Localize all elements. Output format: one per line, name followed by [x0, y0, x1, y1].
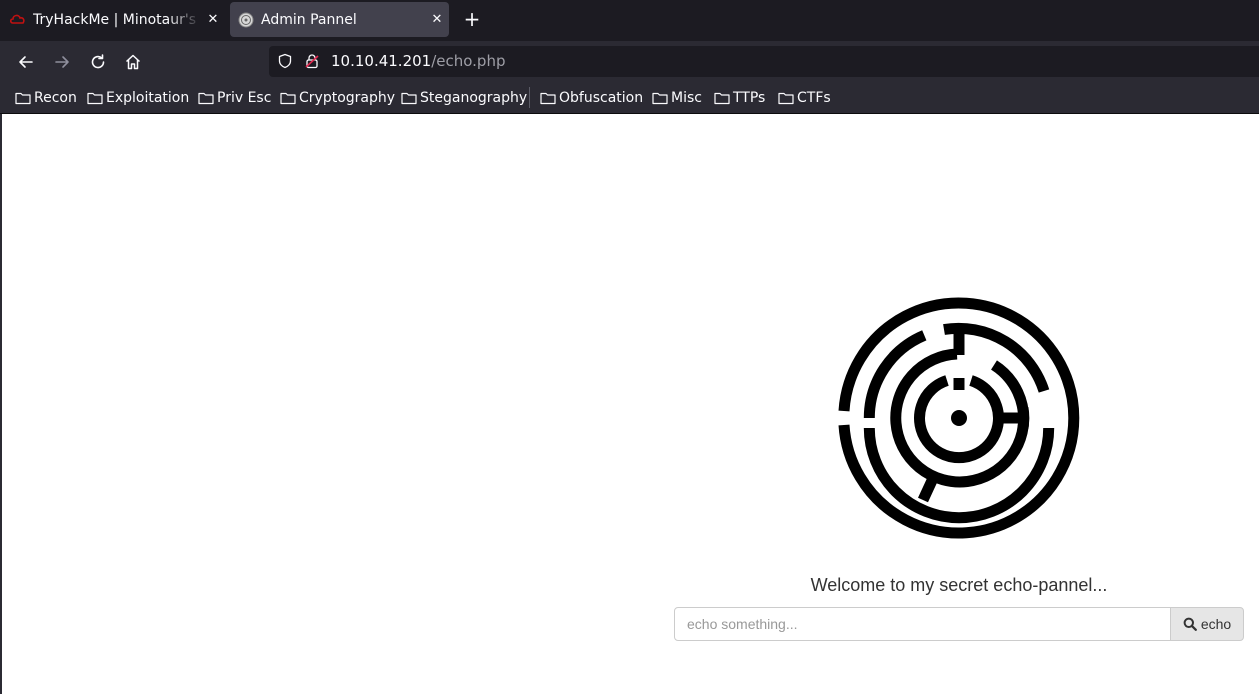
forward-button[interactable] — [51, 51, 73, 73]
folder-icon — [540, 92, 556, 105]
tab-strip: TryHackMe | Minotaur's Labyrinth ✕ Admin… — [0, 0, 1259, 41]
tab-tryhackme[interactable]: TryHackMe | Minotaur's Labyrinth ✕ — [0, 2, 225, 37]
folder-icon — [15, 92, 31, 105]
url-path: /echo.php — [431, 52, 506, 70]
folder-icon — [652, 92, 668, 105]
bookmark-label: Misc — [671, 90, 702, 106]
search-icon — [1183, 617, 1197, 631]
bookmarks-bar: Recon Exploitation Priv Esc Cryptography… — [0, 82, 1259, 114]
welcome-message: Welcome to my secret echo-pannel... — [810, 575, 1108, 595]
bookmark-separator — [529, 87, 530, 108]
folder-icon — [280, 92, 296, 105]
bookmark-label: CTFs — [797, 90, 831, 106]
bookmark-folder-steganography[interactable]: Steganography — [401, 87, 527, 109]
close-icon[interactable]: ✕ — [425, 12, 449, 27]
tab-title: TryHackMe | Minotaur's Labyrinth — [33, 11, 201, 28]
reload-icon — [91, 54, 105, 69]
echo-button[interactable]: echo — [1170, 607, 1244, 641]
bookmark-folder-priv-esc[interactable]: Priv Esc — [198, 87, 271, 109]
page-content: Welcome to my secret echo-pannel... echo — [0, 114, 1259, 694]
url-bar[interactable]: 10.10.41.201/echo.php — [269, 46, 1259, 77]
home-button[interactable] — [122, 51, 144, 73]
folder-icon — [714, 92, 730, 105]
url-host: 10.10.41.201 — [331, 52, 432, 70]
home-icon — [125, 54, 141, 70]
bookmark-folder-exploitation[interactable]: Exploitation — [87, 87, 189, 109]
bookmark-folder-ctfs[interactable]: CTFs — [778, 87, 831, 109]
bookmark-folder-cryptography[interactable]: Cryptography — [280, 87, 395, 109]
bookmark-label: Steganography — [420, 90, 528, 106]
folder-icon — [198, 92, 214, 105]
folder-icon — [401, 92, 417, 105]
bookmark-folder-ttps[interactable]: TTPs — [714, 87, 765, 109]
bookmark-label: Obfuscation — [559, 90, 644, 106]
back-button[interactable] — [15, 51, 37, 73]
shield-icon[interactable] — [277, 53, 293, 69]
bookmark-label: Recon — [34, 90, 77, 106]
folder-icon — [778, 92, 794, 105]
folder-icon — [87, 92, 103, 105]
reload-button[interactable] — [87, 51, 109, 73]
bookmark-label: TTPs — [733, 90, 766, 106]
tab-title: Admin Pannel — [261, 11, 357, 28]
bookmark-label: Exploitation — [106, 90, 190, 106]
echo-button-label: echo — [1200, 616, 1232, 632]
new-tab-button[interactable]: + — [461, 8, 483, 32]
url-text[interactable]: 10.10.41.201/echo.php — [331, 52, 505, 70]
close-icon[interactable]: ✕ — [201, 12, 225, 27]
bookmark-folder-recon[interactable]: Recon — [15, 87, 77, 109]
bookmark-folder-obfuscation[interactable]: Obfuscation — [540, 87, 643, 109]
echo-input[interactable] — [674, 607, 1171, 641]
insecure-lock-icon[interactable] — [304, 53, 320, 69]
bookmark-label: Priv Esc — [217, 90, 272, 106]
arrow-right-icon — [55, 56, 69, 68]
site-favicon-icon — [238, 12, 254, 27]
bookmark-label: Cryptography — [299, 90, 396, 106]
tab-admin-pannel[interactable]: Admin Pannel ✕ — [230, 2, 449, 37]
arrow-left-icon — [19, 56, 33, 68]
navigation-toolbar: 10.10.41.201/echo.php — [0, 41, 1259, 82]
tryhackme-logo-icon — [10, 14, 25, 24]
bookmark-folder-misc[interactable]: Misc — [652, 87, 702, 109]
labyrinth-logo-icon — [838, 297, 1080, 539]
